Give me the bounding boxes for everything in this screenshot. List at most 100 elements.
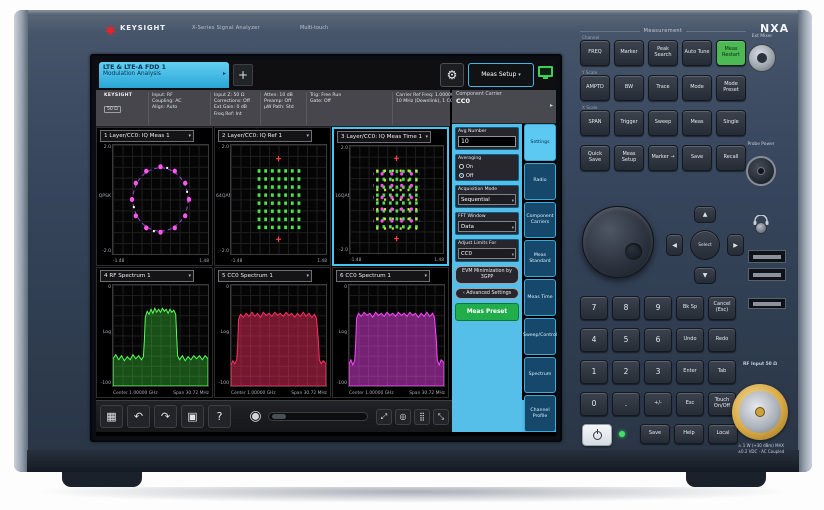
- component-carrier-dropdown[interactable]: Component Carrier CC0 ▸: [452, 90, 556, 124]
- panel-key[interactable]: Marker →: [648, 145, 678, 171]
- window-rf-spectrum[interactable]: 4 RF Spectrum 1▾ 0 Log -100 Center 1.000…: [96, 267, 213, 398]
- window-layout-icon[interactable]: ▦: [100, 405, 123, 428]
- keypad-key[interactable]: Bk Sp: [676, 296, 704, 320]
- fullscreen-icon[interactable]: ⤡: [433, 409, 449, 425]
- keypad-key[interactable]: Redo: [708, 328, 736, 352]
- window-iq-meas-time-selected[interactable]: 3 Layer/CC0: IQ Meas Time 1▾ 2.0 16QAM -…: [332, 127, 449, 266]
- panel-key[interactable]: Local: [708, 424, 738, 444]
- avg-number-field[interactable]: Avg Number 10: [455, 127, 519, 150]
- panel-key[interactable]: Marker: [614, 40, 644, 66]
- meas-preset-button[interactable]: Meas Preset: [455, 303, 519, 321]
- adjust-limits-dropdown[interactable]: Adjust Limits For CC0▾: [455, 239, 519, 262]
- keypad-key[interactable]: Esc: [676, 392, 704, 416]
- meas-setup-tab[interactable]: Radio: [524, 163, 556, 200]
- keypad-key[interactable]: 0: [580, 392, 608, 416]
- keypad-key[interactable]: 5: [612, 328, 640, 352]
- keypad-key[interactable]: .: [612, 392, 640, 416]
- keypad-key[interactable]: 6: [644, 328, 672, 352]
- scroll-slider[interactable]: [268, 412, 368, 421]
- meas-setup-tab[interactable]: Settings: [524, 124, 556, 161]
- keypad-key[interactable]: Enter: [676, 360, 704, 384]
- panel-key[interactable]: SPAN: [580, 110, 610, 136]
- averaging-on-radio[interactable]: On: [456, 162, 518, 171]
- panel-key[interactable]: Help: [674, 424, 704, 444]
- touch-point-icon[interactable]: ◎: [395, 409, 411, 425]
- help-icon[interactable]: ?: [208, 405, 231, 428]
- window-title-dropdown[interactable]: 1 Layer/CC0: IQ Meas 1▾: [100, 130, 194, 142]
- panel-key[interactable]: BW: [614, 75, 644, 101]
- meas-setup-tab[interactable]: Meas Standard: [524, 240, 556, 277]
- panel-key[interactable]: Save: [682, 145, 712, 171]
- nav-left-button[interactable]: ◀: [666, 234, 683, 256]
- external-display-icon[interactable]: [538, 66, 553, 77]
- meas-setup-tab[interactable]: Spectrum: [524, 357, 556, 394]
- panel-key[interactable]: Single: [716, 110, 746, 136]
- keypad-key[interactable]: 4: [580, 328, 608, 352]
- keypad-key[interactable]: 9: [644, 296, 672, 320]
- panel-key[interactable]: Mode: [682, 75, 712, 101]
- acquisition-mode-dropdown[interactable]: Acquisition Mode Sequential▾: [455, 185, 519, 208]
- rotary-knob[interactable]: [582, 206, 654, 278]
- add-tab-button[interactable]: +: [233, 64, 253, 86]
- window-cc0-spectrum-2[interactable]: 6 CC0 Spectrum 1▾ 0 Log -100 Center 1.00…: [332, 267, 449, 398]
- window-iq-meas[interactable]: 1 Layer/CC0: IQ Meas 1▾ 2.0 QPSK -2.0 -1…: [96, 127, 213, 266]
- nav-right-button[interactable]: ▶: [727, 234, 744, 256]
- resize-windows-icon[interactable]: ⤢: [376, 409, 392, 425]
- window-cc0-spectrum-1[interactable]: 5 CC0 Spectrum 1▾ 0 Log -100 Center 1.00…: [214, 267, 331, 398]
- evm-minimization-button[interactable]: EVM Minimization by 3GPP: [455, 266, 519, 284]
- keypad-key[interactable]: 8: [612, 296, 640, 320]
- meas-setup-tab[interactable]: Sweep/Control: [524, 318, 556, 355]
- spectrum-trace-magenta[interactable]: [348, 284, 445, 387]
- keypad-key[interactable]: +/-: [644, 392, 672, 416]
- system-settings-gear-icon[interactable]: ⚙: [440, 63, 464, 87]
- window-iq-ref[interactable]: 2 Layer/CC0: IQ Ref 1▾ 2.0 64QAM -2.0 -1…: [214, 127, 331, 266]
- window-title-dropdown[interactable]: 5 CC0 Spectrum 1▾: [218, 270, 312, 282]
- keypad-key[interactable]: Undo: [676, 328, 704, 352]
- keypad-key[interactable]: Cancel (Esc): [708, 296, 736, 320]
- panel-key[interactable]: AMPTD: [580, 75, 610, 101]
- panel-key[interactable]: FREQ: [580, 40, 610, 66]
- qam-constellation-graph[interactable]: [230, 144, 327, 255]
- keypad-key[interactable]: 1: [580, 360, 608, 384]
- keypad-key[interactable]: 7: [580, 296, 608, 320]
- window-title-dropdown[interactable]: 2 Layer/CC0: IQ Ref 1▾: [218, 130, 312, 142]
- panel-key[interactable]: Auto Tune: [682, 40, 712, 66]
- panel-key[interactable]: Mode Preset: [716, 75, 746, 101]
- panel-key[interactable]: Peak Search: [648, 40, 678, 66]
- screenshot-icon[interactable]: ▣: [181, 405, 204, 428]
- keypad-key[interactable]: 3: [644, 360, 672, 384]
- meas-setup-tab[interactable]: Channel Profile: [524, 395, 556, 432]
- redo-icon[interactable]: ↷: [154, 405, 177, 428]
- panel-key[interactable]: Meas Restart: [716, 40, 746, 66]
- averaging-off-radio[interactable]: Off: [456, 171, 518, 180]
- panel-key[interactable]: Save: [640, 424, 670, 444]
- window-title-dropdown[interactable]: 3 Layer/CC0: IQ Meas Time 1▾: [337, 131, 431, 143]
- advanced-settings-button[interactable]: ‹ Advanced Settings: [455, 288, 519, 300]
- spectrum-trace-red[interactable]: [230, 284, 327, 387]
- power-button[interactable]: [582, 424, 612, 446]
- meas-setup-tab[interactable]: Component Carriers: [524, 202, 556, 239]
- apps-grid-icon[interactable]: ⣿: [414, 409, 430, 425]
- undo-icon[interactable]: ↶: [127, 405, 150, 428]
- nav-down-button[interactable]: ▼: [694, 267, 716, 284]
- select-button[interactable]: Select: [690, 230, 720, 260]
- fft-window-dropdown[interactable]: FFT Window Data▾: [455, 212, 519, 235]
- panel-key[interactable]: Sweep: [648, 110, 678, 136]
- constellation-ring-graph[interactable]: [112, 144, 209, 255]
- meas-setup-tab[interactable]: Meas Time: [524, 279, 556, 316]
- keypad-key[interactable]: 2: [612, 360, 640, 384]
- avg-number-input[interactable]: 10: [458, 136, 516, 147]
- panel-key[interactable]: Recall: [716, 145, 746, 171]
- panel-key[interactable]: Trigger: [614, 110, 644, 136]
- panel-key[interactable]: Quick Save: [580, 145, 610, 171]
- panel-key[interactable]: Meas Setup: [614, 145, 644, 171]
- window-title-dropdown[interactable]: 4 RF Spectrum 1▾: [100, 270, 194, 282]
- window-title-dropdown[interactable]: 6 CC0 Spectrum 1▾: [336, 270, 430, 282]
- nav-up-button[interactable]: ▲: [694, 206, 716, 223]
- mixed-constellation-graph[interactable]: [349, 145, 444, 254]
- panel-key[interactable]: Trace: [648, 75, 678, 101]
- panel-key[interactable]: Meas: [682, 110, 712, 136]
- spectrum-trace-green[interactable]: [112, 284, 209, 387]
- meas-setup-button[interactable]: Meas Setup ▾: [468, 63, 534, 87]
- slider-thumb[interactable]: [272, 414, 286, 419]
